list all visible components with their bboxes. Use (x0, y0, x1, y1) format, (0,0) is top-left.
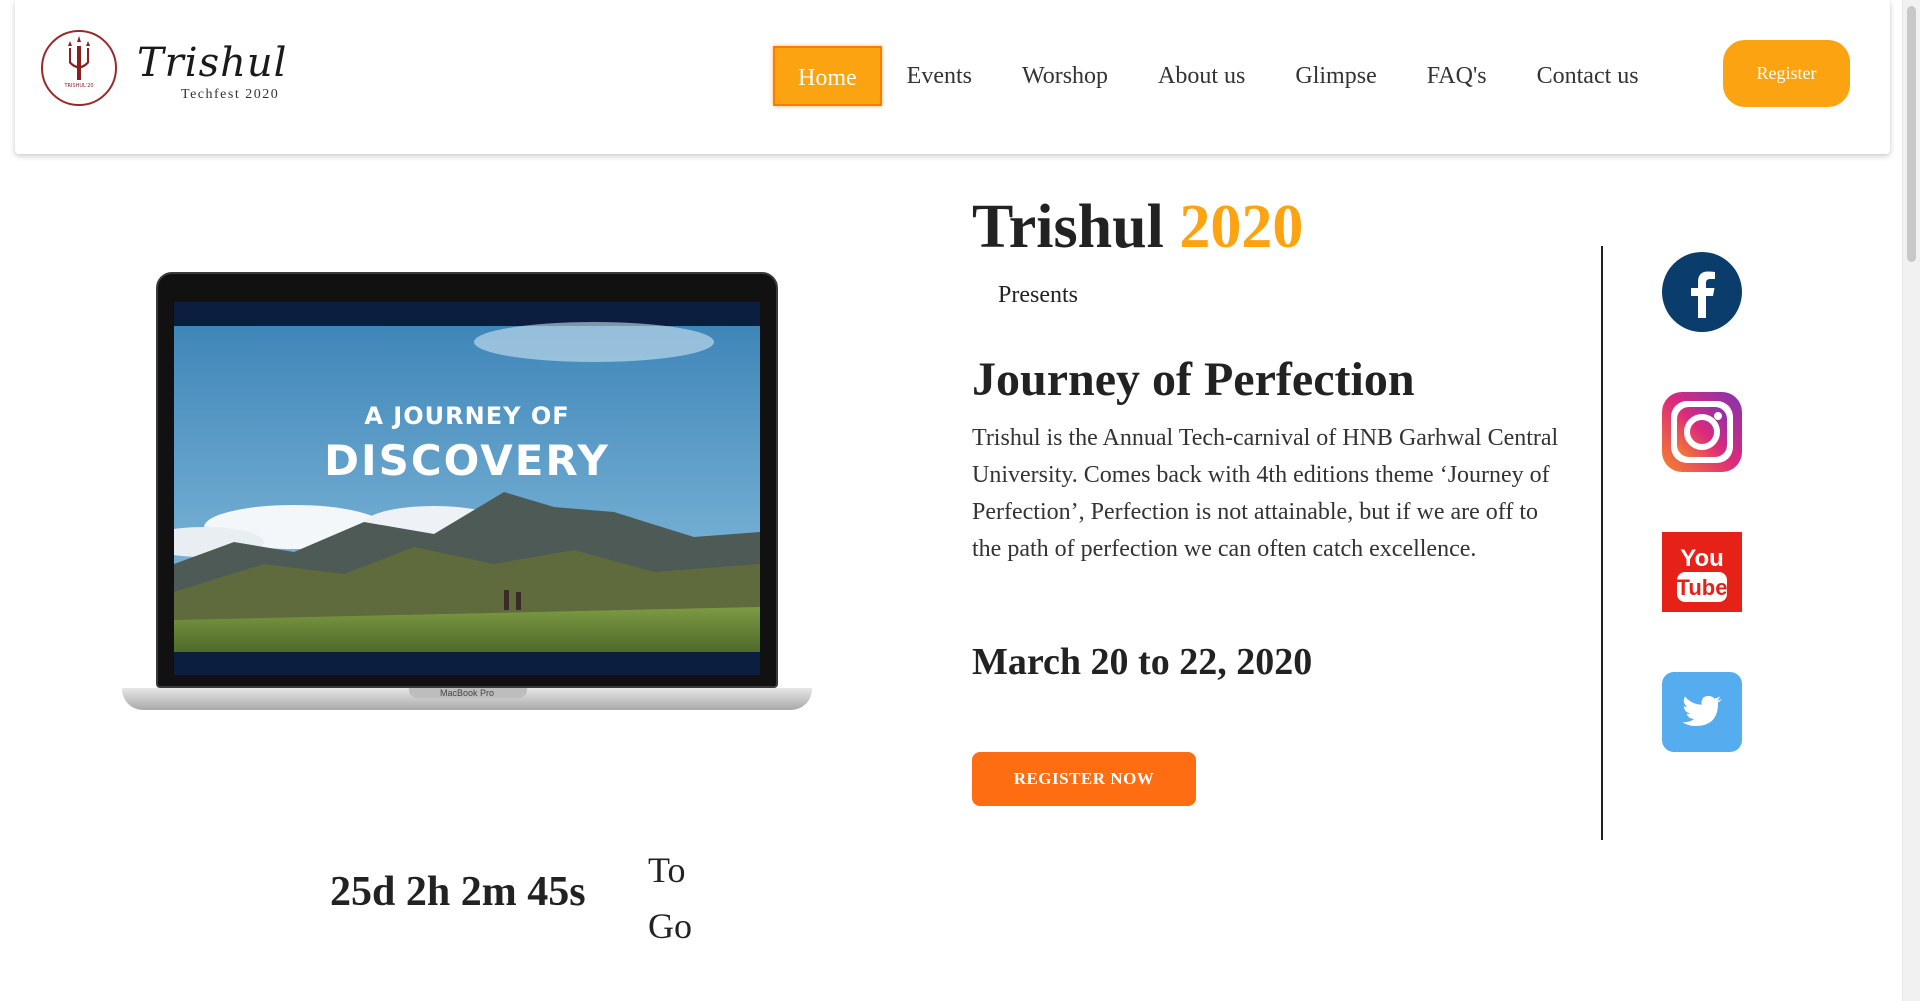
presents-label: Presents (998, 282, 1078, 308)
theme-title: Journey of Perfection (972, 353, 1415, 406)
laptop-image: A JOURNEY OF DISCOVERY MacBook Pro (122, 272, 812, 724)
hero-title-name: Trishul (972, 193, 1164, 261)
youtube-icon[interactable]: You Tube (1662, 532, 1742, 612)
logo-subtitle: Techfest 2020 (181, 87, 280, 102)
hero-title: Trishul 2020 (972, 192, 1303, 263)
scrollbar-thumb[interactable] (1907, 6, 1916, 262)
laptop-brand-label: MacBook Pro (439, 688, 495, 698)
nav-contact-us[interactable]: Contact us (1512, 46, 1664, 106)
nav-home[interactable]: Home (773, 46, 882, 106)
register-button[interactable]: Register (1723, 40, 1850, 107)
svg-text:TRISHUL'20: TRISHUL'20 (63, 83, 93, 89)
laptop-screen: A JOURNEY OF DISCOVERY (174, 302, 760, 675)
svg-text:You: You (1680, 545, 1724, 572)
event-description: Trishul is the Annual Tech-carnival of H… (972, 425, 1559, 562)
site-logo[interactable]: TRISHUL'20 Trishul Techfest 2020 (41, 30, 286, 110)
laptop-lid: A JOURNEY OF DISCOVERY (156, 272, 778, 688)
hero-title-year: 2020 (1179, 193, 1304, 261)
screen-headline-small: A JOURNEY OF (364, 402, 570, 430)
to-go-line-2: Go (648, 906, 692, 946)
main-nav: Home Events Worshop About us Glimpse FAQ… (773, 45, 1664, 107)
instagram-icon[interactable] (1662, 392, 1742, 472)
nav-events[interactable]: Events (882, 46, 997, 106)
countdown-timer: 25d 2h 2m 45s (330, 869, 586, 915)
svg-text:Tube: Tube (1677, 575, 1728, 600)
nav-about-us[interactable]: About us (1133, 46, 1270, 106)
logo-title: Trishul (137, 40, 288, 86)
event-dates: March 20 to 22, 2020 (972, 641, 1313, 683)
to-go-line-1: To (648, 850, 686, 890)
register-now-button[interactable]: REGISTER NOW (972, 752, 1196, 806)
mountain-landscape-image (174, 302, 760, 675)
facebook-icon[interactable] (1662, 252, 1742, 332)
vertical-divider (1601, 246, 1603, 840)
screen-headline-large: DISCOVERY (324, 436, 610, 485)
nav-faqs[interactable]: FAQ's (1402, 46, 1512, 106)
nav-glimpse[interactable]: Glimpse (1270, 46, 1401, 106)
page-scrollbar[interactable] (1902, 0, 1920, 1001)
navbar: TRISHUL'20 Trishul Techfest 2020 Home Ev… (15, 0, 1890, 154)
twitter-icon[interactable] (1662, 672, 1742, 752)
page: TRISHUL'20 Trishul Techfest 2020 Home Ev… (0, 0, 1920, 1001)
nav-workshop[interactable]: Worshop (997, 46, 1133, 106)
trident-logo-icon: TRISHUL'20 (41, 30, 117, 106)
countdown-to-go: To Go (648, 842, 708, 954)
